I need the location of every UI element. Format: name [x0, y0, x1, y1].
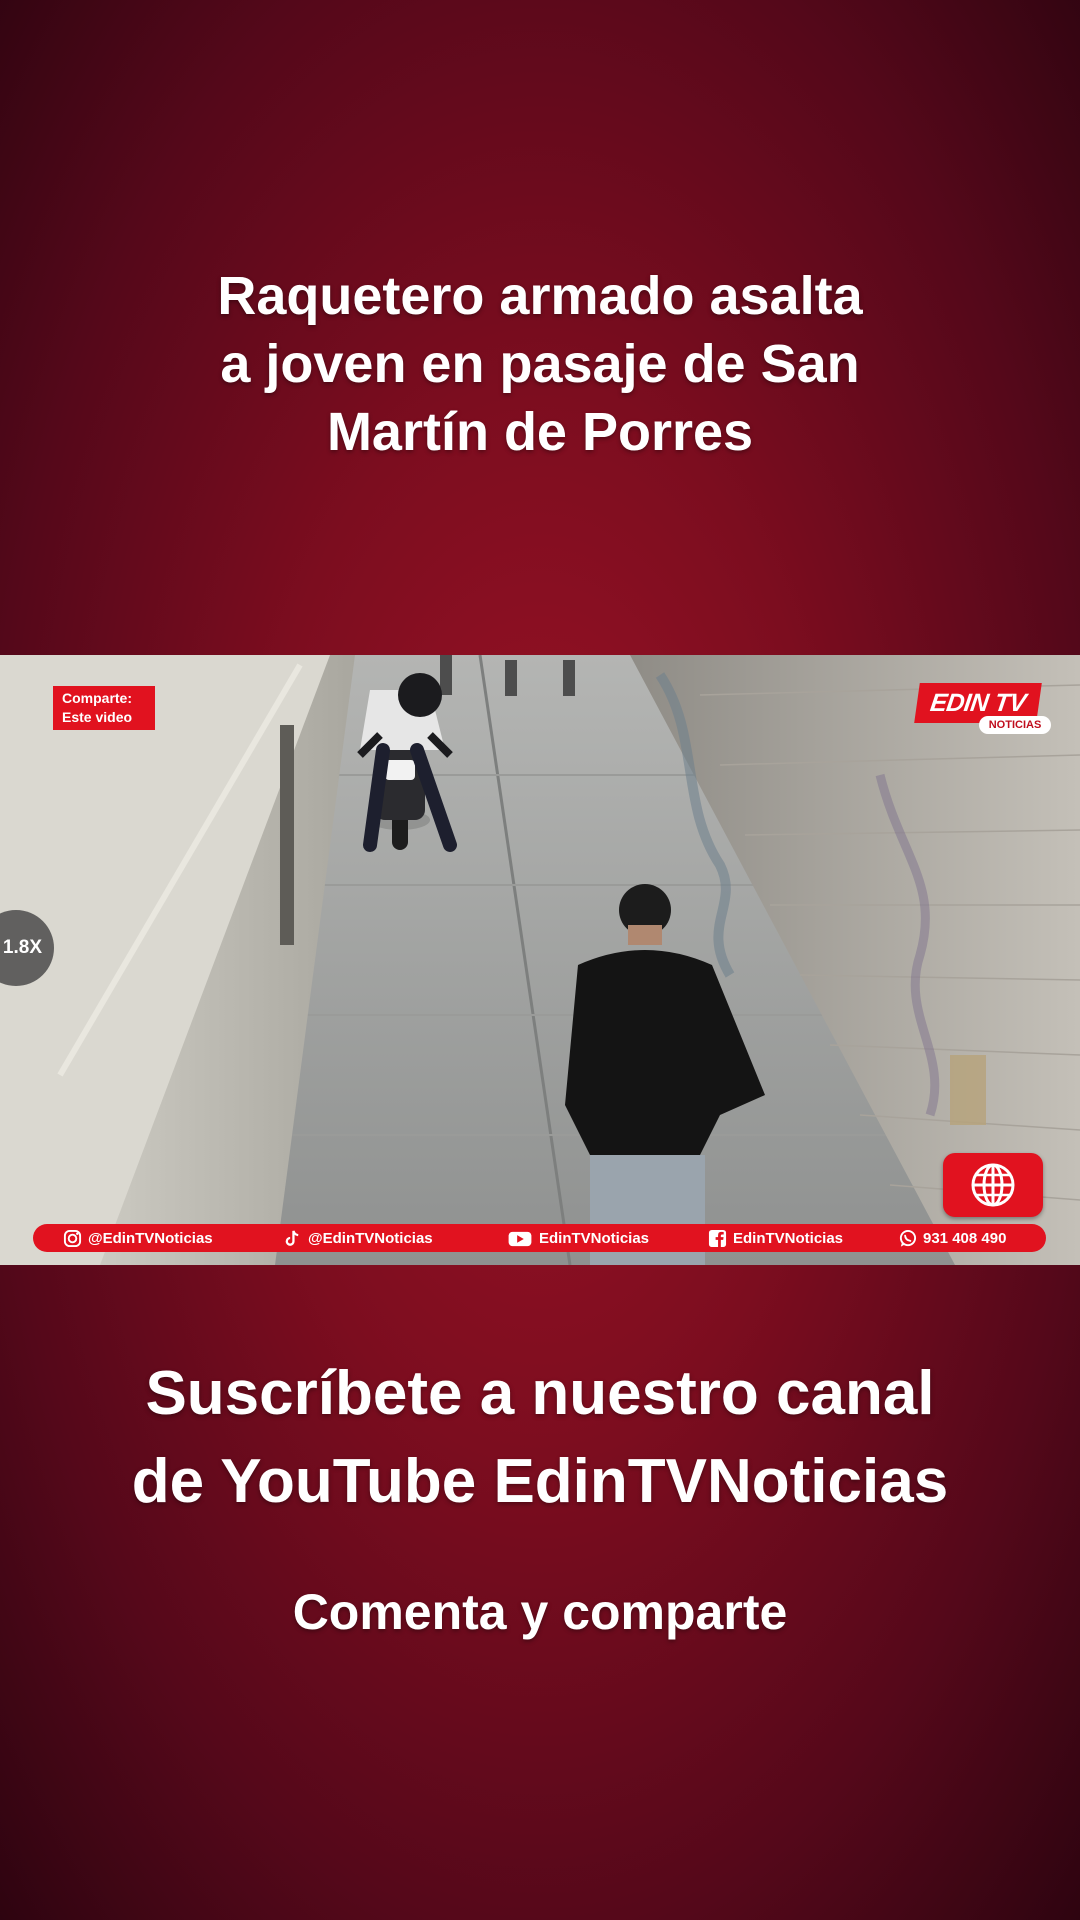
social-tiktok[interactable]: @EdinTVNoticias	[283, 1224, 433, 1252]
video-player[interactable]: Comparte: Este video 1.8X EDIN TV NOTICI…	[0, 655, 1080, 1265]
share-sublabel: Este video	[62, 709, 133, 725]
social-links-bar: @EdinTVNoticias @EdinTVNoticias EdinTVNo…	[33, 1224, 1046, 1252]
video-frame-scene	[0, 655, 1080, 1265]
instagram-icon	[63, 1229, 82, 1247]
logo-sub-text: NOTICIAS	[979, 716, 1051, 734]
facebook-icon	[708, 1229, 727, 1247]
facebook-handle: EdinTVNoticias	[733, 1229, 844, 1247]
social-whatsapp[interactable]: 931 408 490	[898, 1224, 1006, 1252]
headline: Raquetero armado asalta a joven en pasaj…	[90, 262, 990, 466]
headline-line-2: a joven en pasaje de San	[220, 334, 860, 394]
youtube-icon	[508, 1231, 532, 1246]
whatsapp-icon	[899, 1229, 917, 1247]
edin-tv-logo: EDIN TV NOTICIAS	[914, 683, 1053, 741]
whatsapp-number: 931 408 490	[923, 1229, 1007, 1247]
tiktok-icon	[285, 1230, 299, 1246]
cta-line-2: de YouTube EdinTVNoticias	[131, 1447, 949, 1516]
cta-line-1: Suscríbete a nuestro canal	[145, 1359, 935, 1428]
comment-share-prompt: Comenta y comparte	[292, 1584, 788, 1640]
headline-line-3: Martín de Porres	[326, 402, 754, 462]
social-instagram[interactable]: @EdinTVNoticias	[63, 1224, 213, 1252]
social-youtube[interactable]: EdinTVNoticias	[507, 1224, 649, 1252]
share-label: Comparte:	[62, 690, 133, 706]
instagram-handle: @EdinTVNoticias	[88, 1229, 213, 1247]
headline-line-1: Raquetero armado asalta	[217, 266, 863, 326]
subscribe-call-to-action: Suscríbete a nuestro canal de YouTube Ed…	[40, 1350, 1040, 1526]
globe-icon	[943, 1153, 1043, 1217]
social-facebook[interactable]: EdinTVNoticias	[708, 1224, 843, 1252]
share-video-box[interactable]: Comparte: Este video	[53, 686, 155, 730]
youtube-handle: EdinTVNoticias	[539, 1229, 650, 1247]
tiktok-handle: @EdinTVNoticias	[308, 1229, 433, 1247]
